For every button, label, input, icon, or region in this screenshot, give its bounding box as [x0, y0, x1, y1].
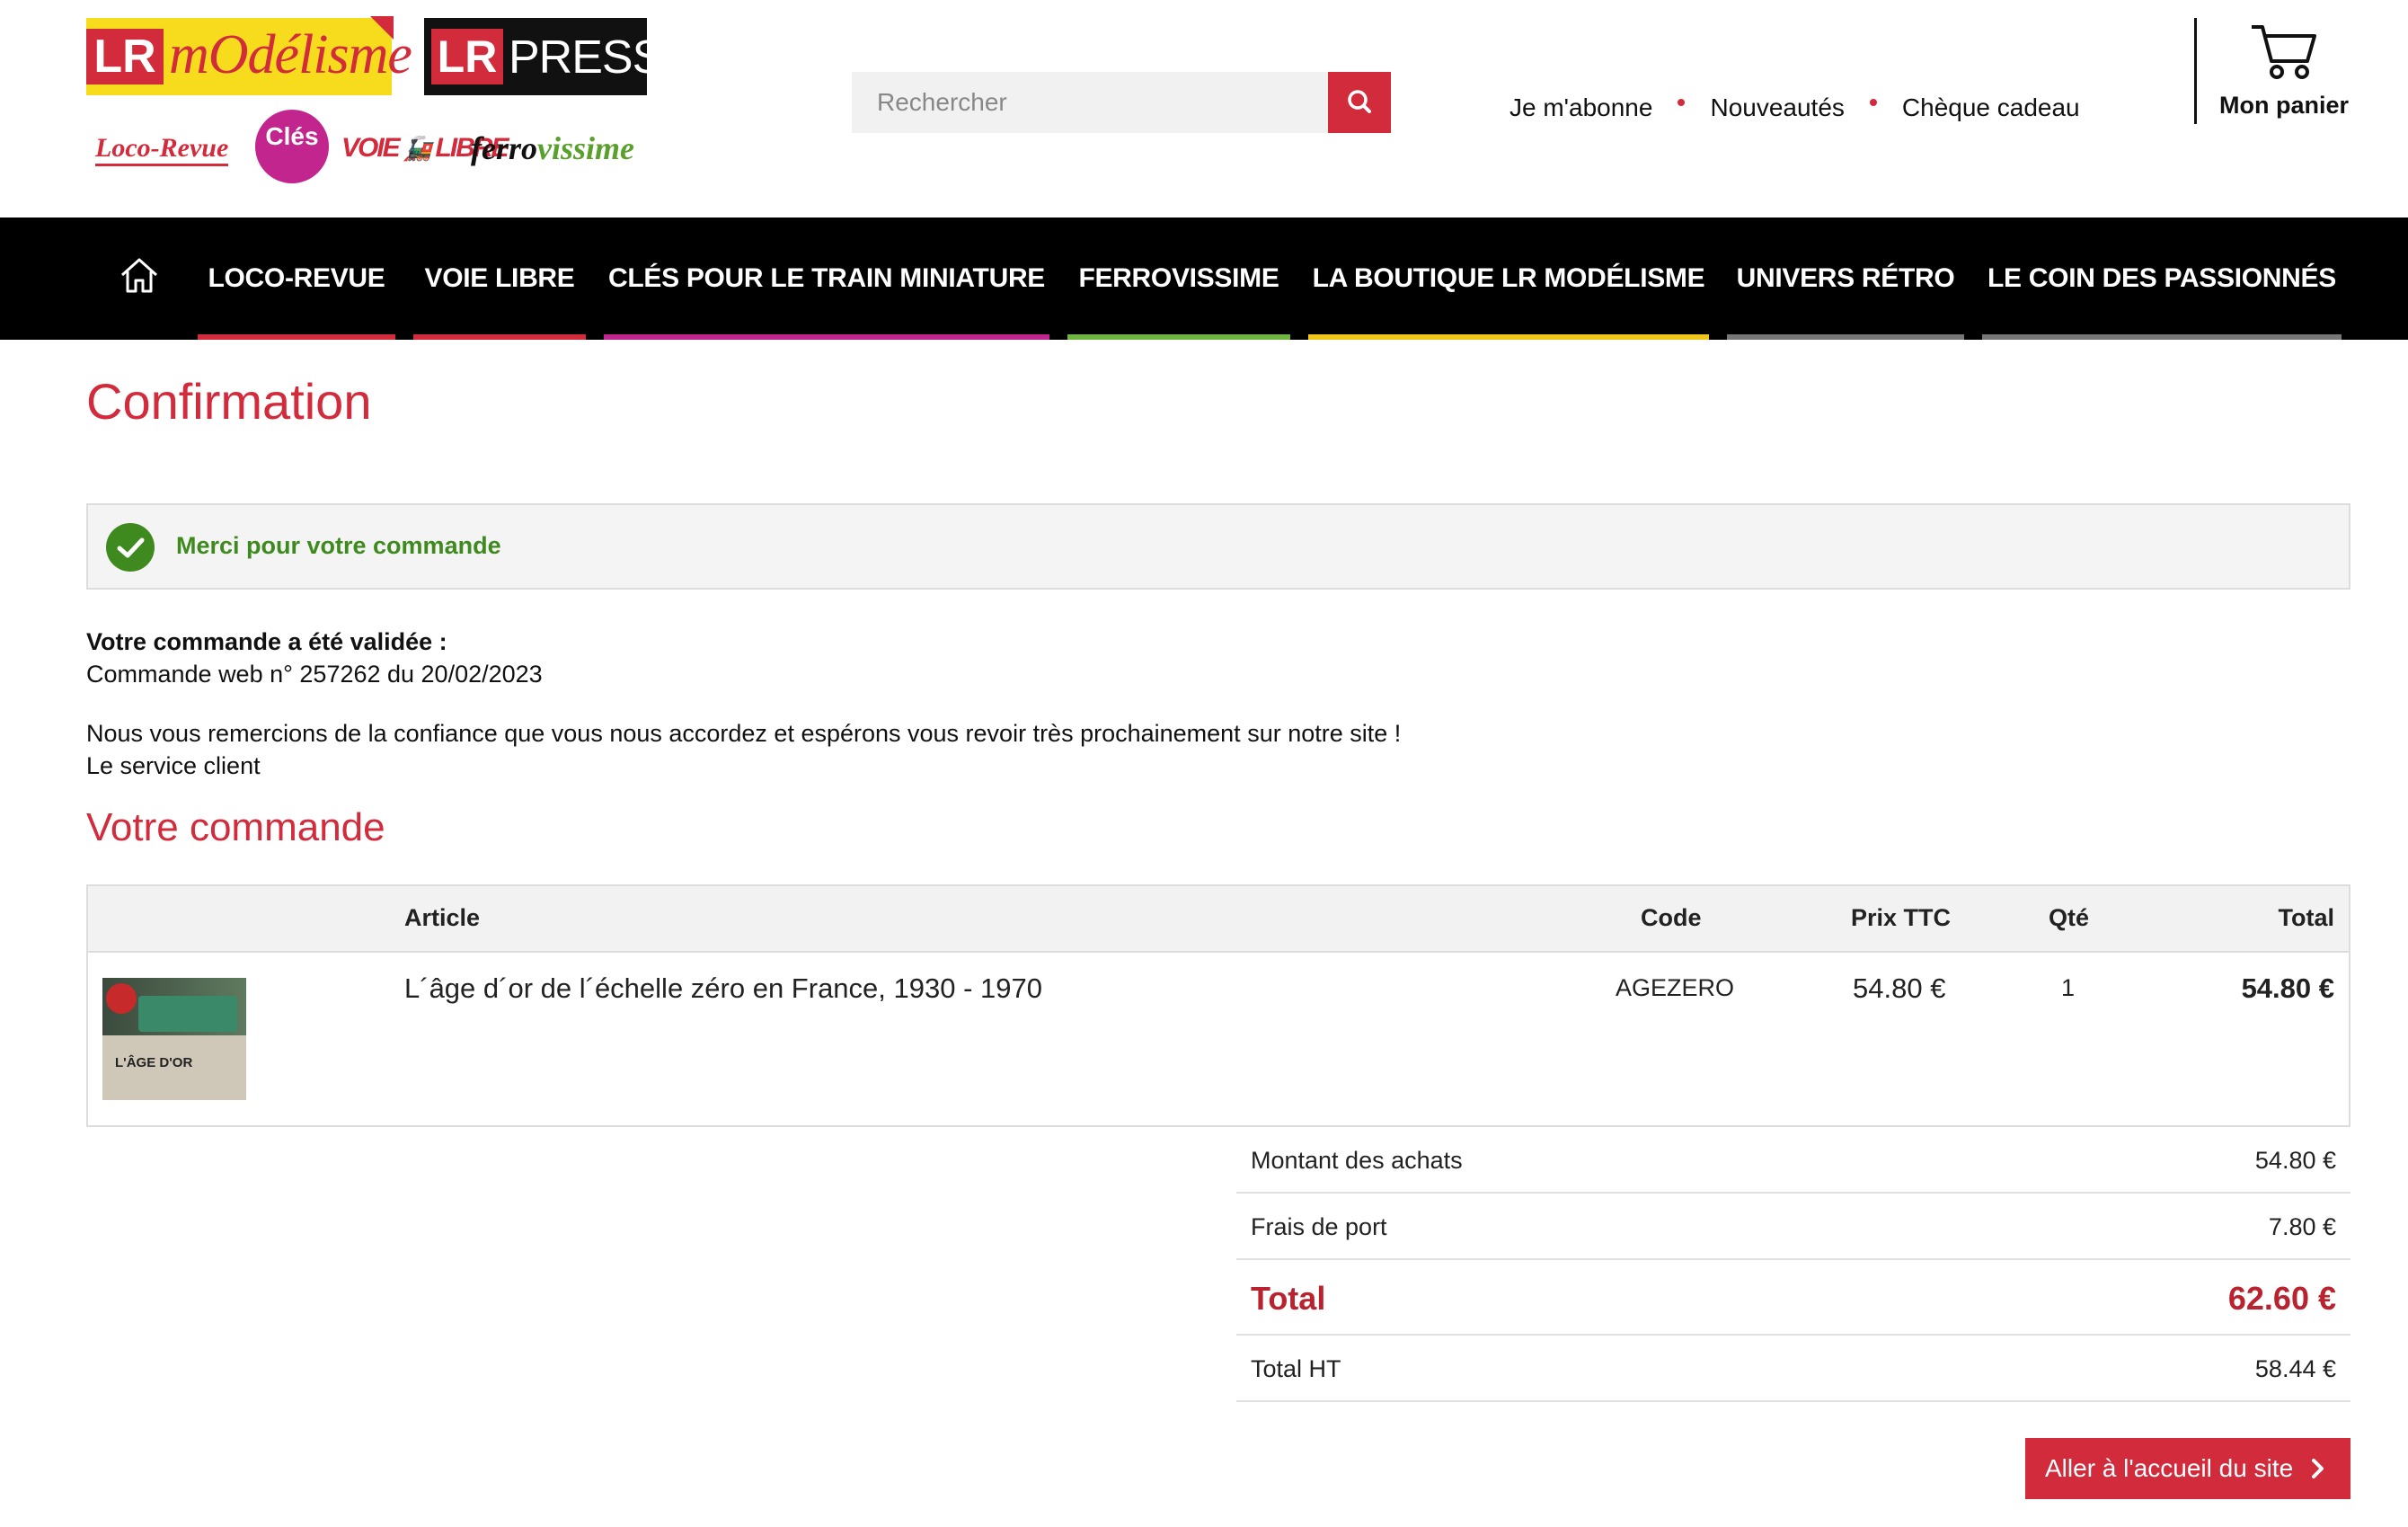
- main-nav: LOCO-REVUE VOIE LIBRE CLÉS POUR LE TRAIN…: [0, 218, 2408, 340]
- cles-logo[interactable]: Clés: [255, 110, 329, 183]
- summary-total: Total 62.60 €: [1236, 1260, 2350, 1336]
- nav-underline: [413, 334, 586, 340]
- order-table: Article Code Prix TTC Qté Total L'ÂGE D'…: [86, 884, 2350, 1127]
- lr-modelisme-logo[interactable]: LR mOdélisme: [86, 16, 412, 95]
- product-code: AGEZERO: [1616, 974, 1735, 1001]
- train-icon: 🚂: [398, 135, 436, 162]
- check-circle-icon: [106, 523, 155, 572]
- nav-coin-passionnes[interactable]: LE COIN DES PASSIONNÉS: [1982, 218, 2342, 340]
- summary-shipping: Frais de port 7.80 €: [1236, 1194, 2350, 1260]
- search-button[interactable]: [1328, 72, 1391, 133]
- cart-label: Mon panier: [2218, 92, 2349, 119]
- separator-dot: [1678, 99, 1686, 106]
- cart-button[interactable]: Mon panier: [2212, 18, 2356, 126]
- order-reference: Commande web n° 257262 du 20/02/2023: [86, 661, 543, 688]
- order-confirmation-text: Votre commande a été validée : Commande …: [86, 626, 543, 690]
- chevron-right-icon: [2312, 1459, 2324, 1478]
- product-total: 54.80 €: [2241, 972, 2334, 1004]
- new-releases-link[interactable]: Nouveautés: [1710, 93, 1844, 122]
- thanks-text: Nous vous remercions de la confiance que…: [86, 717, 1401, 782]
- train-image: [138, 996, 237, 1032]
- site-header: LR mOdélisme LR PRESSE Loco-Revue Clés V…: [0, 0, 2408, 218]
- nav-univers-retro[interactable]: UNIVERS RÉTRO: [1727, 218, 1964, 340]
- order-summary: Montant des achats 54.80 € Frais de port…: [1236, 1127, 2350, 1402]
- nav-cles[interactable]: CLÉS POUR LE TRAIN MINIATURE: [604, 218, 1049, 340]
- nav-boutique[interactable]: LA BOUTIQUE LR MODÉLISME: [1308, 218, 1709, 340]
- col-qty: Qté: [2049, 904, 2090, 931]
- col-total: Total: [2278, 904, 2335, 931]
- nav-ferrovissime[interactable]: FERROVISSIME: [1067, 218, 1290, 340]
- success-alert: Merci pour votre commande: [86, 503, 2350, 590]
- nav-underline: [604, 334, 1049, 340]
- cart-icon: [2252, 25, 2316, 79]
- brand-logos: Loco-Revue Clés VOIE 🚂 LIBRE ferrovissim…: [95, 110, 652, 185]
- order-section-title: Votre commande: [86, 805, 385, 849]
- page-title: Confirmation: [86, 373, 372, 430]
- price-sticker: [106, 983, 137, 1014]
- gift-card-link[interactable]: Chèque cadeau: [1902, 93, 2080, 122]
- subscribe-link[interactable]: Je m'abonne: [1509, 93, 1652, 122]
- summary-total-ht: Total HT 58.44 €: [1236, 1336, 2350, 1402]
- nav-underline: [1308, 334, 1709, 340]
- product-title[interactable]: L´âge d´or de l´échelle zéro en France, …: [404, 972, 1042, 1005]
- home-icon: [120, 258, 158, 293]
- nav-loco-revue[interactable]: LOCO-REVUE: [198, 218, 395, 340]
- separator-dot: [1869, 99, 1877, 106]
- lr-presse-logo[interactable]: LR PRESSE: [424, 18, 694, 95]
- col-code: Code: [1641, 904, 1702, 931]
- nav-underline: [1727, 334, 1964, 340]
- product-qty: 1: [2061, 974, 2076, 1001]
- alert-message: Merci pour votre commande: [176, 532, 501, 559]
- signature: Le service client: [86, 752, 261, 779]
- table-header: Article Code Prix TTC Qté Total: [88, 886, 2349, 953]
- nav-underline: [1982, 334, 2342, 340]
- home-button[interactable]: [117, 253, 162, 298]
- nav-underline: [1067, 334, 1290, 340]
- back-home-button[interactable]: Aller à l'accueil du site: [2025, 1438, 2350, 1499]
- thanks-message: Nous vous remercions de la confiance que…: [86, 720, 1402, 747]
- product-price: 54.80 €: [1853, 972, 1946, 1004]
- col-price: Prix TTC: [1851, 904, 1952, 931]
- search-icon: [1348, 90, 1371, 113]
- top-links: Je m'abonne Nouveautés Chèque cadeau: [1509, 90, 2080, 126]
- search-bar: [852, 72, 1391, 133]
- product-thumbnail[interactable]: L'ÂGE D'OR: [102, 978, 246, 1100]
- search-input[interactable]: [852, 72, 1328, 133]
- loco-revue-logo[interactable]: Loco-Revue: [95, 133, 229, 166]
- col-article: Article: [404, 904, 481, 931]
- validated-label: Votre commande a été validée :: [86, 628, 447, 655]
- summary-subtotal: Montant des achats 54.80 €: [1236, 1127, 2350, 1194]
- nav-underline: [198, 334, 395, 340]
- divider: [2194, 18, 2197, 124]
- ferrovissime-logo[interactable]: ferrovissime: [471, 129, 634, 167]
- nav-voie-libre[interactable]: VOIE LIBRE: [413, 218, 586, 340]
